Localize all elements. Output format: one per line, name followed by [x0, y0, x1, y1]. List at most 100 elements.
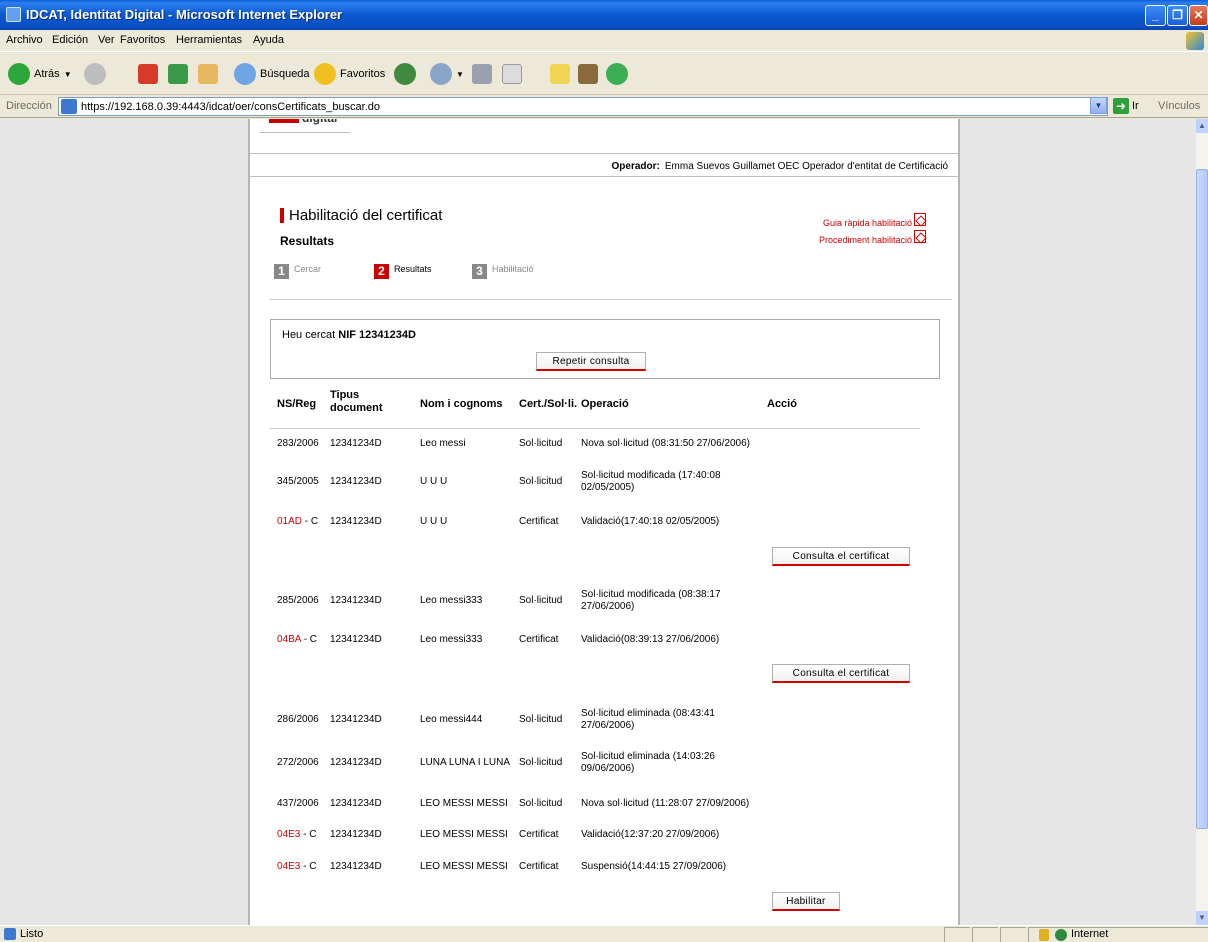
zone-pane: Internet [1028, 927, 1208, 942]
edit-button[interactable] [502, 61, 522, 87]
menu-bar: Archivo Edición Ver Favoritos Herramient… [0, 30, 1208, 52]
search-summary: Heu cercat NIF 12341234D Repetir consult… [270, 319, 940, 379]
messenger-button[interactable] [606, 61, 628, 87]
status-pane [944, 927, 970, 942]
menu-ayuda[interactable]: Ayuda [253, 34, 284, 46]
scroll-down-icon[interactable]: ▼ [1196, 911, 1208, 925]
address-url: https://192.168.0.39:4443/idcat/oer/cons… [81, 101, 381, 113]
page-icon [61, 99, 77, 114]
step-label: Resultats [394, 264, 432, 274]
row-ns-suffix: - C [304, 516, 319, 527]
refresh-button[interactable] [168, 61, 188, 87]
books-icon [578, 64, 598, 84]
operator-info: Operador: Emma Suevos Guillamet OEC Opera… [250, 157, 958, 177]
step-number: 2 [374, 264, 389, 279]
maximize-button[interactable]: ❐ [1167, 5, 1188, 26]
row-ns: 345/2005 [277, 476, 319, 487]
cert-code-link[interactable]: 04E3 [277, 829, 300, 840]
col-type-2: document [330, 402, 383, 414]
research-button[interactable] [578, 61, 598, 87]
divider [270, 299, 952, 300]
favorites-label: Favoritos [340, 68, 386, 80]
row-operation: Validació(12:37:20 27/09/2006) [581, 829, 720, 840]
go-button[interactable]: ➜ Ir [1113, 98, 1139, 114]
row-name: Leo messi333 [420, 595, 483, 606]
row-doc: 12341234D [330, 757, 382, 768]
row-name: Leo messi333 [420, 634, 483, 645]
row-ns: 283/2006 [277, 438, 319, 449]
scroll-thumb[interactable] [1196, 169, 1208, 829]
step-label: Habilitació [492, 264, 534, 274]
results-table-header: NS/Reg Tipus document Nom i cognoms Cert… [270, 381, 920, 429]
back-button[interactable]: Atrás ▼ [8, 61, 72, 87]
page-title: Habilitació del certificat [280, 207, 442, 224]
links-button[interactable]: Vínculos [1158, 100, 1200, 112]
row-operation-2: 09/06/2006) [581, 763, 635, 774]
address-dropdown-button[interactable]: ▼ [1090, 97, 1107, 114]
page-viewport: digital Operador: Emma Suevos Guillamet O… [0, 119, 1196, 925]
favorites-button[interactable]: Favoritos [314, 61, 385, 87]
print-icon [472, 64, 492, 84]
enable-button[interactable]: Habilitar [772, 892, 840, 911]
window-title: IDCAT, Identitat Digital - Microsoft Int… [26, 7, 343, 22]
minimize-button[interactable]: _ [1145, 5, 1166, 26]
row-ns: 286/2006 [277, 714, 319, 725]
row-kind: Certificat [519, 634, 559, 645]
forward-button[interactable] [84, 61, 106, 87]
vertical-scrollbar[interactable]: ▲ ▼ [1196, 119, 1208, 925]
repeat-search-button[interactable]: Repetir consulta [536, 352, 646, 371]
col-operation: Operació [581, 398, 629, 410]
row-name: LEO MESSI MESSI [420, 798, 508, 809]
cert-code-link[interactable]: 04E3 [277, 861, 300, 872]
step-enable: 3 Habilitació [472, 264, 534, 279]
row-ns-suffix: - C [303, 634, 318, 645]
menu-edicion[interactable]: Edición [52, 34, 88, 46]
procedure-link[interactable]: Procediment habilitació [819, 235, 912, 245]
search-button[interactable]: Búsqueda [234, 61, 310, 87]
menu-ver[interactable]: Ver [98, 34, 115, 46]
stop-button[interactable] [138, 61, 158, 87]
row-kind: Sol·licitud [519, 798, 563, 809]
menu-archivo[interactable]: Archivo [6, 34, 43, 46]
step-label: Cercar [294, 264, 322, 274]
scroll-up-icon[interactable]: ▲ [1196, 119, 1208, 133]
notes-button[interactable] [550, 61, 570, 87]
go-label: Ir [1132, 100, 1139, 112]
row-doc: 12341234D [330, 714, 382, 725]
row-operation: Suspensió(14:44:15 27/09/2006) [581, 861, 727, 872]
step-number: 3 [472, 264, 487, 279]
print-button[interactable] [472, 61, 492, 87]
row-operation: Nova sol·licitud (08:31:50 27/06/2006) [581, 438, 750, 449]
row-kind: Sol·licitud [519, 714, 563, 725]
row-kind: Sol·licitud [519, 595, 563, 606]
mail-button[interactable]: ▼ [430, 61, 464, 87]
search-label: Búsqueda [260, 68, 310, 80]
window-title-bar[interactable]: IDCAT, Identitat Digital - Microsoft Int… [0, 0, 1208, 30]
close-button[interactable]: ✕ [1189, 5, 1208, 26]
search-summary-text: Heu cercat NIF 12341234D [282, 329, 416, 341]
menu-favoritos[interactable]: Favoritos [120, 34, 165, 46]
history-button[interactable] [394, 61, 416, 87]
row-kind: Certificat [519, 829, 559, 840]
address-input[interactable]: https://192.168.0.39:4443/idcat/oer/cons… [58, 97, 1108, 116]
pdf-icon[interactable] [914, 213, 926, 226]
cert-code-link[interactable]: 04BA [277, 634, 301, 645]
row-name: U U U [420, 516, 448, 527]
row-kind: Sol·licitud [519, 476, 563, 487]
quick-guide-link[interactable]: Guia ràpida habilitació [823, 218, 912, 228]
consult-certificate-button[interactable]: Consulta el certificat [772, 547, 910, 566]
consult-certificate-button[interactable]: Consulta el certificat [772, 664, 910, 683]
lock-icon [1039, 929, 1049, 941]
cert-code-link[interactable]: 01AD [277, 516, 302, 527]
menu-herramientas[interactable]: Herramientas [176, 34, 242, 46]
idcat-logo: digital [260, 119, 350, 133]
pdf-icon[interactable] [914, 230, 926, 243]
address-bar: Dirección https://192.168.0.39:4443/idca… [0, 96, 1208, 118]
home-icon [198, 64, 218, 84]
messenger-icon [606, 63, 628, 85]
row-operation: Validació(17:40:18 02/05/2005) [581, 516, 720, 527]
row-kind: Sol·licitud [519, 757, 563, 768]
go-arrow-icon: ➜ [1113, 98, 1129, 114]
home-button[interactable] [198, 61, 218, 87]
row-kind: Certificat [519, 861, 559, 872]
